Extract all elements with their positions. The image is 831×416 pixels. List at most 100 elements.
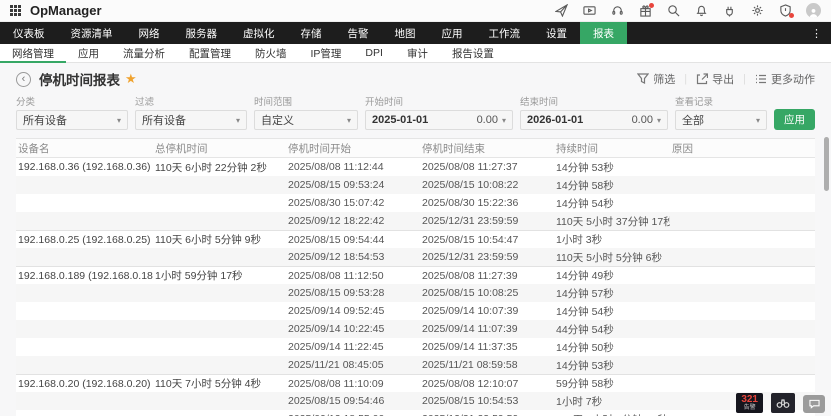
main-nav-item-10[interactable]: 设置 [533, 22, 580, 44]
filter-button[interactable]: 筛选 [637, 71, 675, 87]
time-range-select[interactable]: 自定义 ▾ [254, 110, 358, 130]
sub-nav-item-7[interactable]: 审计 [395, 44, 440, 62]
spotlight-search-widget[interactable] [771, 393, 795, 413]
main-nav-item-8[interactable]: 应用 [429, 22, 476, 44]
divider: | [743, 73, 746, 85]
cell-dur: 14分钟 50秒 [556, 341, 614, 354]
alarm-count-widget[interactable]: 321 告警 [736, 393, 763, 413]
cell-dur: 110天 5小时 4分钟 59秒 [554, 412, 670, 416]
main-nav-item-3[interactable]: 服务器 [173, 22, 231, 44]
chat-widget[interactable] [803, 395, 825, 413]
main-nav: 仪表板 资源清单 网络 服务器 虚拟化 存储 告警 地图 应用 工作流 设置 报表 ⋮ [0, 22, 831, 44]
sub-nav-item-4[interactable]: 防火墙 [243, 44, 299, 62]
main-nav-item-5[interactable]: 存储 [288, 22, 335, 44]
cell-start: 2025/08/08 11:10:09 [288, 377, 384, 390]
shield-alert-icon[interactable] [778, 4, 794, 18]
cell-dur: 1小时 7秒 [556, 395, 603, 408]
avatar[interactable] [806, 3, 821, 18]
filter-select[interactable]: 所有设备 ▾ [135, 110, 247, 130]
end-time-field: 结束时间 2026-01-01 0.00 ▾ [520, 94, 668, 130]
time-range-value: 自定义 [261, 115, 294, 127]
headset-icon[interactable] [610, 4, 624, 18]
sub-nav-item-3[interactable]: 配置管理 [177, 44, 243, 62]
table-row: 192.168.0.189 (192.168.0.189) 1小时 59分钟 17… [16, 266, 815, 284]
cell-end: 2025/09/14 10:07:39 [422, 305, 519, 317]
column-header-2: 停机时间开始 [288, 142, 351, 155]
main-nav-item-11[interactable]: 报表 [580, 22, 627, 44]
plug-icon[interactable] [722, 4, 736, 18]
category-select[interactable]: 所有设备 ▾ [16, 110, 128, 130]
cell-end: 2025/12/31 23:59:59 [422, 251, 519, 263]
search-icon[interactable] [666, 4, 680, 18]
cell-start: 2025/08/08 11:12:50 [288, 269, 384, 282]
cell-end: 2025/09/14 11:07:39 [422, 323, 518, 335]
cell-dur: 14分钟 54秒 [556, 305, 614, 318]
cell-dur: 110天 5小时 37分钟 17秒 [556, 215, 670, 228]
main-nav-item-1[interactable]: 资源清单 [58, 22, 126, 44]
cell-start: 2025/08/08 11:12:44 [288, 161, 384, 173]
filter-label: 筛选 [653, 74, 676, 86]
main-nav-item-6[interactable]: 告警 [335, 22, 382, 44]
end-time-label: 结束时间 [520, 97, 559, 108]
view-records-field: 查看记录 全部 ▾ [675, 94, 767, 130]
main-nav-item-4[interactable]: 虚拟化 [230, 22, 288, 44]
main-nav-item-2[interactable]: 网络 [126, 22, 173, 44]
cell-end: 2025/09/14 11:37:35 [422, 341, 518, 353]
paper-plane-icon[interactable] [554, 4, 568, 18]
cell-dur: 44分钟 54秒 [556, 323, 614, 336]
sub-nav-item-6[interactable]: DPI [353, 44, 395, 62]
start-hour-value: 0.00 [476, 114, 498, 126]
app-title: OpManager [30, 3, 102, 18]
table-row: 2025/08/15 09:53:28 2025/08/15 10:08:25 14… [16, 284, 815, 302]
end-date-value: 2026-01-01 [527, 114, 584, 126]
filter-field-label: 过滤 [135, 97, 155, 108]
cell-dev: 192.168.0.36 (192.168.0.36) [18, 161, 151, 173]
chevron-down-icon: ▾ [235, 115, 240, 125]
vertical-scrollbar[interactable] [824, 137, 829, 191]
cell-start: 2025/09/12 18:54:53 [288, 251, 385, 263]
start-time-field: 开始时间 2025-01-01 0.00 ▾ [365, 94, 513, 130]
filter-row: 分类 所有设备 ▾ 过滤 所有设备 ▾ 时间范围 自定义 ▾ 开始时间 2025… [16, 94, 815, 130]
main-nav-item-7[interactable]: 地图 [382, 22, 429, 44]
sub-nav-item-0[interactable]: 网络管理 [0, 44, 66, 63]
apps-grid-icon[interactable] [10, 5, 21, 16]
main-nav-item-0[interactable]: 仪表板 [0, 22, 58, 44]
page-title: 停机时间报表 [39, 73, 120, 88]
alarm-count: 321 [741, 394, 758, 405]
floating-widgets: 321 告警 [736, 393, 825, 413]
cell-end: 2025/08/08 11:27:39 [422, 269, 518, 282]
time-range-field: 时间范围 自定义 ▾ [254, 94, 358, 130]
bell-icon[interactable] [694, 4, 708, 18]
title-row: ‹ 停机时间报表 ★ 筛选 | 导出 | 更多动作 [16, 70, 815, 88]
cell-dur: 14分钟 53秒 [556, 359, 614, 372]
sub-nav-item-8[interactable]: 报告设置 [440, 44, 506, 62]
nav-overflow-icon[interactable]: ⋮ [802, 22, 831, 44]
start-date-value: 2025-01-01 [372, 114, 429, 126]
cell-end: 2025/08/08 12:10:07 [422, 377, 519, 390]
view-records-select[interactable]: 全部 ▾ [675, 110, 767, 130]
filter-value: 所有设备 [142, 115, 186, 127]
alarm-label: 告警 [743, 405, 756, 411]
more-actions-button[interactable]: 更多动作 [755, 71, 815, 87]
favorite-star-icon[interactable]: ★ [125, 71, 137, 87]
chevron-down-icon: ▾ [501, 115, 506, 125]
sub-nav-item-1[interactable]: 应用 [66, 44, 111, 62]
export-button[interactable]: 导出 [696, 71, 734, 87]
gift-icon[interactable] [638, 2, 654, 18]
apply-button[interactable]: 应用 [774, 109, 815, 130]
main-nav-item-9[interactable]: 工作流 [476, 22, 534, 44]
back-button[interactable]: ‹ [16, 71, 31, 87]
downtime-table: 设备名 总停机时间 停机时间开始 停机时间结束 持续时间 原因 192.168.0.36 … [16, 138, 815, 416]
sub-nav-item-2[interactable]: 流量分析 [111, 44, 177, 62]
gear-icon[interactable] [750, 4, 764, 18]
start-time-input[interactable]: 2025-01-01 0.00 ▾ [365, 110, 513, 130]
table-row: 2025/09/12 18:54:53 2025/12/31 23:59:59 11… [16, 248, 815, 266]
cell-dur: 59分钟 58秒 [556, 378, 614, 390]
video-demo-icon[interactable] [582, 4, 596, 18]
divider: | [684, 73, 688, 85]
sub-nav-item-5[interactable]: IP管理 [299, 44, 354, 62]
end-time-input[interactable]: 2026-01-01 0.00 ▾ [520, 110, 668, 130]
cell-start: 2025/08/15 09:53:24 [288, 179, 385, 191]
cell-end: 2025/08/30 15:22:36 [422, 197, 519, 209]
table-row: 2025/08/15 09:54:46 2025/08/15 10:54:53 1小… [16, 392, 815, 410]
